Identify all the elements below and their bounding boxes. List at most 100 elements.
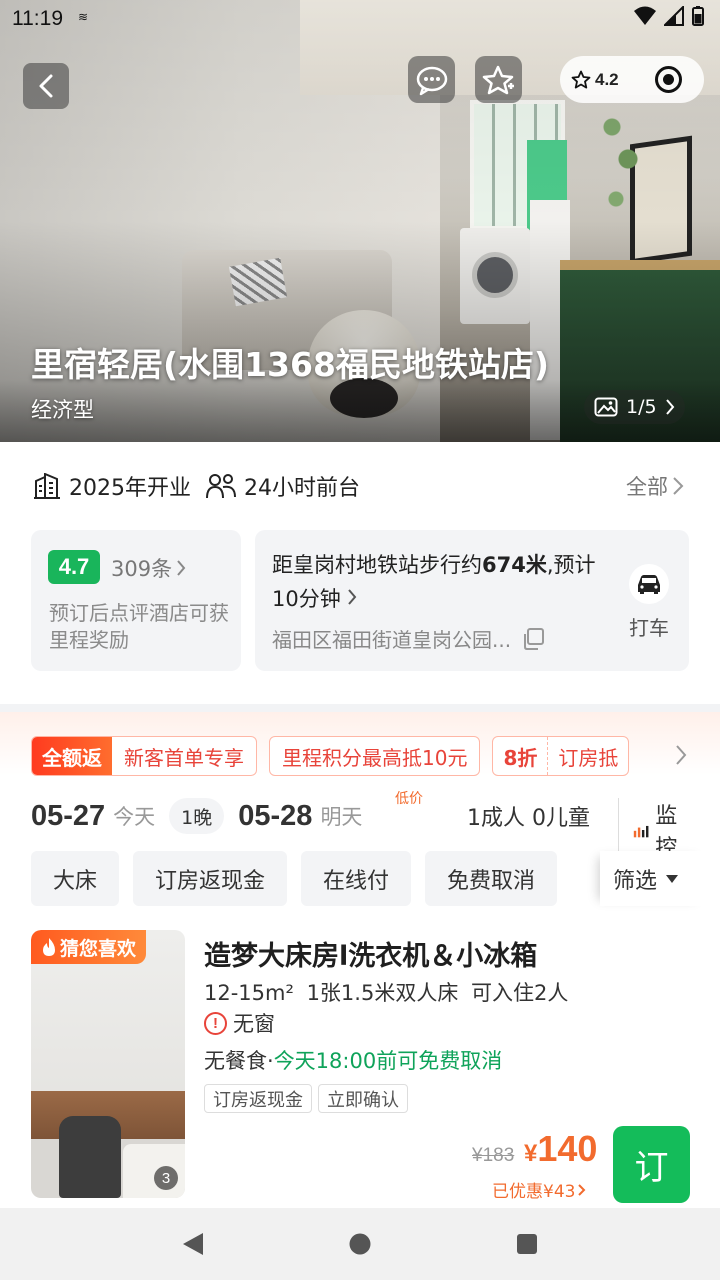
- quick-filters: 大床 订房返现金 在线付 免费取消: [31, 851, 591, 906]
- status-time: 11:19: [12, 7, 63, 30]
- flame-icon: [43, 938, 55, 956]
- favorite-button[interactable]: [475, 56, 522, 103]
- nav-recents-button[interactable]: [507, 1224, 547, 1264]
- status-bar: 11:19 ≋: [0, 0, 720, 36]
- location-card[interactable]: 距皇岗村地铁站步行约674米,预计10分钟 福田区福田街道皇岗公园... 打车: [255, 530, 689, 671]
- room-window-text: 无窗: [233, 1012, 275, 1036]
- room-tag: 订房返现金: [204, 1084, 312, 1113]
- guest-selector[interactable]: 1成人 0儿童: [467, 800, 590, 832]
- discount-amount[interactable]: 已优惠¥43: [492, 1177, 586, 1202]
- walk-prefix: 距皇岗村地铁站步行约: [272, 553, 482, 577]
- warning-icon: !: [204, 1011, 227, 1035]
- system-nav-bar: [0, 1208, 720, 1280]
- signal-icon: [664, 6, 684, 26]
- staff-icon: [206, 474, 236, 499]
- meal-policy: 无餐食·: [204, 1049, 274, 1073]
- feature-opened-text: 2025年开业: [69, 476, 191, 501]
- chevron-right-icon: [177, 560, 186, 576]
- feature-front-desk-text: 24小时前台: [244, 476, 360, 501]
- room-spec: 12-15m² 1张1.5米双人床 可入住2人: [204, 981, 569, 1005]
- checkout-date[interactable]: 05-28: [238, 800, 312, 833]
- promo-new-customer-text: 新客首单专享: [124, 745, 244, 770]
- promo-new-customer[interactable]: 全额返 新客首单专享: [31, 736, 257, 776]
- chevron-right-icon: [578, 1183, 586, 1196]
- copy-icon[interactable]: [521, 627, 545, 651]
- review-score: 4.7: [48, 550, 100, 584]
- low-price-tag: 低价: [395, 791, 423, 807]
- recommend-badge: 猜您喜欢: [31, 930, 147, 964]
- status-icons: [634, 6, 704, 26]
- nights-count: 1晚: [169, 798, 225, 834]
- hotel-name: 里宿轻居(水围1368福民地铁站店): [31, 345, 550, 384]
- taxi-button[interactable]: 打车: [623, 564, 675, 641]
- promo-discount-value: 8折: [493, 737, 549, 775]
- feature-front-desk: 24小时前台: [206, 470, 360, 502]
- square-recents-icon: [516, 1234, 537, 1254]
- walk-distance: 674米: [482, 553, 547, 577]
- star-icon: [571, 70, 591, 88]
- room-tags: 订房返现金 立即确认: [204, 1084, 408, 1113]
- address-text: 福田区福田街道皇岗公园...: [272, 628, 512, 652]
- current-price: ¥140: [524, 1128, 597, 1170]
- filter-chip-free-cancel[interactable]: 免费取消: [425, 851, 558, 906]
- mini-program-capsule[interactable]: 4.2: [560, 56, 704, 103]
- nav-home-button[interactable]: [340, 1224, 380, 1264]
- chevron-right-icon: [348, 589, 357, 605]
- star-plus-icon: [482, 65, 514, 94]
- image-icon: [594, 397, 618, 417]
- room-photo[interactable]: 猜您喜欢 3: [31, 930, 185, 1198]
- price-value: 140: [537, 1128, 598, 1169]
- review-reward-note: 预订后点评酒店可获里程奖励: [49, 601, 229, 652]
- room-card[interactable]: 猜您喜欢 3 造梦大床房l洗衣机＆小冰箱 12-15m² 1张1.5米双人床 可…: [0, 920, 720, 1210]
- target-icon[interactable]: [655, 66, 682, 93]
- book-button[interactable]: 订: [613, 1126, 690, 1203]
- promo-discount[interactable]: 8折 订房抵: [492, 736, 630, 776]
- chart-trend-icon: [633, 825, 649, 838]
- price-currency: ¥: [524, 1140, 538, 1167]
- photo-counter-text: 1/5: [626, 396, 657, 418]
- cancel-policy: 今天18:00前可免费取消: [273, 1049, 503, 1073]
- date-selector[interactable]: 05-27 今天 1晚 05-28 明天 低价 1成人 0儿童 监控: [31, 791, 691, 862]
- chevron-right-icon: [665, 399, 674, 415]
- filter-chip-online-pay[interactable]: 在线付: [301, 851, 412, 906]
- original-price: ¥183: [472, 1145, 515, 1166]
- filter-button[interactable]: 筛选: [600, 851, 710, 906]
- caret-down-icon: [666, 874, 679, 883]
- room-photo-chair: [59, 1116, 121, 1198]
- photo-counter[interactable]: 1/5: [584, 390, 685, 424]
- review-summary-card[interactable]: 4.7 309条 预订后点评酒店可获里程奖励: [31, 530, 241, 671]
- chevron-left-icon: [39, 74, 53, 98]
- chat-button[interactable]: [408, 56, 455, 103]
- discount-amount-text: 已优惠¥43: [492, 1182, 576, 1202]
- booking-options-section: 全额返 新客首单专享 里程积分最高抵10元 8折 订房抵 05-27 今天 1晚…: [0, 712, 720, 922]
- promo-row[interactable]: 全额返 新客首单专享 里程积分最高抵10元 8折 订房抵: [31, 736, 671, 776]
- review-count: 309条: [111, 553, 186, 583]
- promo-discount-text: 订房抵: [558, 745, 619, 770]
- nav-back-button[interactable]: [173, 1224, 213, 1264]
- hotel-type: 经济型: [31, 398, 94, 422]
- checkin-day: 今天: [113, 805, 156, 829]
- room-window-warning: ! 无窗: [204, 1008, 275, 1038]
- circle-home-icon: [349, 1233, 371, 1255]
- filter-chip-big-bed[interactable]: 大床: [31, 851, 120, 906]
- hotel-address: 福田区福田街道皇岗公园...: [272, 624, 545, 653]
- chevron-right-icon[interactable]: [675, 744, 687, 766]
- car-icon: [629, 564, 669, 604]
- taxi-label: 打车: [629, 616, 669, 640]
- hotel-info-section: 2025年开业 24小时前台 全部 4.7 309条 预订后点评酒店可获里程奖励…: [0, 442, 720, 704]
- room-name: 造梦大床房l洗衣机＆小冰箱: [204, 941, 538, 972]
- checkin-date[interactable]: 05-27: [31, 800, 105, 833]
- triangle-back-icon: [183, 1233, 204, 1255]
- all-facilities-link[interactable]: 全部: [626, 471, 684, 501]
- back-button[interactable]: [23, 63, 69, 109]
- filter-chip-cashback[interactable]: 订房返现金: [133, 851, 288, 906]
- promo-mileage[interactable]: 里程积分最高抵10元: [269, 736, 481, 776]
- header-rating[interactable]: 4.2: [560, 70, 640, 90]
- review-count-text: 309条: [111, 557, 173, 581]
- room-policy: 无餐食·今天18:00前可免费取消: [204, 1045, 502, 1075]
- sim-card-icon: ≋: [78, 10, 89, 24]
- walk-distance-info: 距皇岗村地铁站步行约674米,预计10分钟: [272, 548, 602, 616]
- recommend-badge-text: 猜您喜欢: [60, 937, 137, 960]
- promo-full-refund: 全额返: [32, 737, 112, 775]
- chat-bubble-icon: [416, 66, 447, 95]
